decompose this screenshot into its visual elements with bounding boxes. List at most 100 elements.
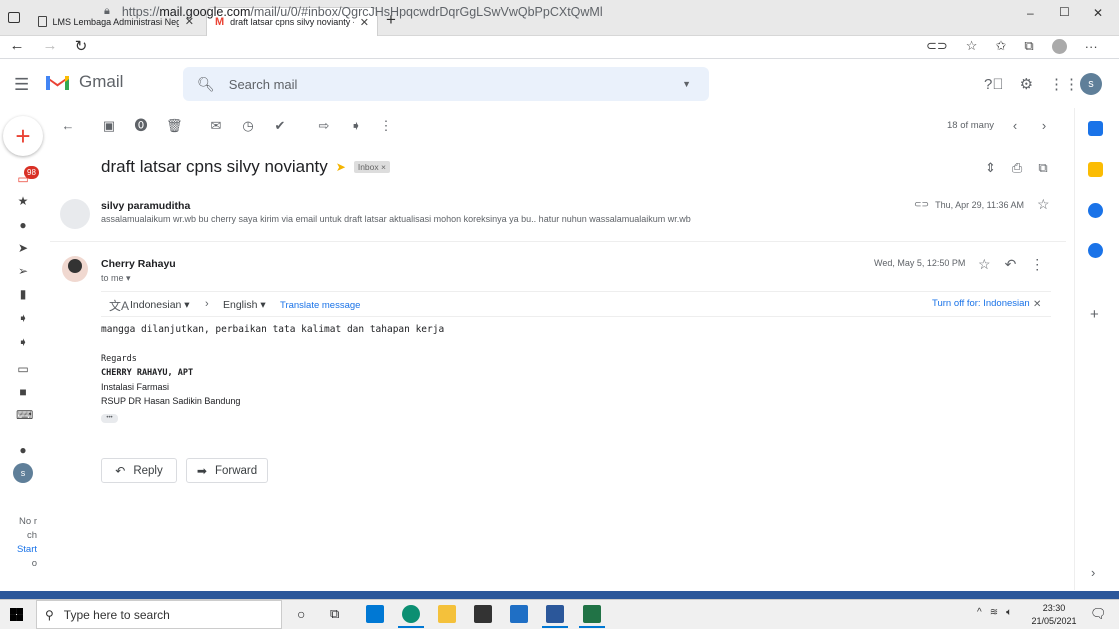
search-input[interactable]: Search mail bbox=[229, 77, 298, 92]
tasks-icon[interactable] bbox=[1088, 203, 1103, 218]
starred-icon[interactable]: ★ bbox=[16, 194, 30, 208]
gmail-logo[interactable]: Gmail bbox=[44, 72, 123, 92]
add-favorite-icon[interactable]: ☆ bbox=[966, 38, 978, 54]
store-icon[interactable] bbox=[474, 605, 492, 623]
label-chip-inbox[interactable]: Inbox × bbox=[353, 161, 390, 173]
meet-join-icon[interactable]: ■ bbox=[16, 385, 30, 399]
importance-marker-icon[interactable]: ➤ bbox=[336, 160, 346, 174]
hangouts-icon[interactable]: ● bbox=[16, 443, 30, 457]
sender-name: silvy paramuditha bbox=[101, 200, 191, 212]
reply-icon[interactable]: ↶ bbox=[1005, 256, 1017, 273]
delete-icon[interactable]: 🗑︎ bbox=[166, 119, 183, 133]
pagination-count: 18 of many bbox=[947, 120, 994, 131]
window-close-button[interactable]: ✕ bbox=[1093, 6, 1103, 20]
snoozed-icon[interactable]: ● bbox=[16, 218, 30, 232]
help-icon[interactable]: ?⃝ bbox=[984, 76, 1004, 93]
clock[interactable]: 23:30 21/05/2021 bbox=[1030, 602, 1078, 628]
forward-button[interactable]: ➡ Forward bbox=[186, 458, 268, 483]
recipient-line[interactable]: to me ▾ bbox=[101, 273, 131, 284]
search-icon[interactable]: 🔍︎ bbox=[197, 76, 215, 93]
add-to-tasks-icon[interactable]: ✔ bbox=[273, 119, 287, 133]
more-vert-icon[interactable]: ⋮ bbox=[379, 119, 393, 133]
target-language-select[interactable]: English ▾ bbox=[223, 299, 266, 311]
snooze-icon[interactable]: ◷ bbox=[241, 119, 255, 133]
windows-start-icon[interactable] bbox=[10, 608, 23, 621]
contacts-icon[interactable] bbox=[1088, 243, 1103, 258]
hangouts-line: o bbox=[31, 558, 37, 569]
show-trimmed-button[interactable]: ••• bbox=[101, 414, 118, 423]
more-vert-icon[interactable]: ⋮ bbox=[1030, 256, 1044, 273]
reply-label: Reply bbox=[133, 464, 163, 477]
turn-off-translate-link[interactable]: Turn off for: Indonesian bbox=[932, 298, 1030, 309]
favorites-icon[interactable]: ✩ bbox=[995, 38, 1006, 54]
excel-app-icon[interactable] bbox=[583, 605, 601, 623]
star-icon[interactable]: ☆ bbox=[978, 256, 991, 273]
important-icon[interactable]: ➤ bbox=[16, 241, 30, 255]
mark-unread-icon[interactable]: ✉ bbox=[209, 119, 223, 133]
maximize-button[interactable]: ☐ bbox=[1059, 5, 1070, 19]
more-icon[interactable]: ··· bbox=[1085, 39, 1098, 54]
settings-gear-icon[interactable]: ⚙ bbox=[1020, 75, 1033, 93]
newer-icon[interactable]: ‹ bbox=[1008, 119, 1022, 133]
compose-button[interactable]: + bbox=[3, 116, 43, 156]
forward-icon[interactable]: → bbox=[40, 37, 60, 54]
tray-chevron-icon[interactable]: ^ bbox=[977, 607, 982, 618]
meet-new-icon[interactable]: ▭ bbox=[16, 362, 30, 376]
drafts-icon[interactable]: ▮ bbox=[16, 287, 30, 301]
word-app-icon[interactable] bbox=[546, 605, 564, 623]
account-avatar[interactable]: s bbox=[1080, 73, 1102, 95]
labels-icon[interactable]: ➧ bbox=[349, 119, 363, 133]
report-spam-icon[interactable]: ⓿ bbox=[134, 119, 148, 133]
keep-icon[interactable] bbox=[1088, 162, 1103, 177]
wifi-icon[interactable]: ≋ bbox=[990, 607, 998, 618]
task-view-icon[interactable]: ⧉ bbox=[330, 606, 339, 622]
new-window-icon[interactable]: ⧉ bbox=[1038, 160, 1047, 176]
url-domain: mail.google.com bbox=[159, 4, 251, 19]
older-icon[interactable]: › bbox=[1037, 119, 1051, 133]
volume-icon[interactable]: 🔈︎ bbox=[1006, 607, 1012, 618]
taskbar-search-box[interactable]: ⚲ Type here to search bbox=[36, 600, 282, 629]
keyboard-icon[interactable]: ⌨ bbox=[16, 408, 33, 422]
hangouts-start-link[interactable]: Start bbox=[0, 543, 37, 557]
message-collapsed[interactable]: silvy paramuditha assalamualaikum wr.wb … bbox=[50, 190, 1066, 242]
edge-browser-icon[interactable] bbox=[402, 605, 420, 623]
expand-all-icon[interactable]: ⇕ bbox=[985, 160, 996, 176]
signature-line: Instalasi Farmasi bbox=[101, 382, 170, 392]
mail-app-icon[interactable] bbox=[366, 605, 384, 623]
source-language-select[interactable]: Indonesian ▾ bbox=[130, 299, 190, 311]
show-side-panel-icon[interactable]: › bbox=[1091, 565, 1095, 580]
search-options-icon[interactable]: ▼ bbox=[682, 79, 691, 89]
cortana-icon[interactable]: ○ bbox=[297, 606, 305, 622]
reading-view-icon[interactable]: ⊂⊃ bbox=[926, 38, 948, 54]
tab-actions-icon[interactable] bbox=[8, 12, 20, 23]
minimize-button[interactable]: – bbox=[1027, 6, 1034, 20]
translate-message-link[interactable]: Translate message bbox=[280, 300, 360, 311]
hangouts-avatar[interactable]: s bbox=[13, 463, 33, 483]
media-player-icon[interactable] bbox=[510, 605, 528, 623]
star-icon[interactable]: ☆ bbox=[1037, 196, 1050, 213]
close-icon[interactable]: ✕ bbox=[1033, 299, 1041, 310]
gmail-m-icon bbox=[46, 76, 69, 90]
back-icon[interactable]: ← bbox=[7, 37, 27, 54]
taskbar-search-input[interactable]: Type here to search bbox=[64, 608, 170, 622]
collections-icon[interactable]: ⧉ bbox=[1024, 38, 1033, 54]
search-bar[interactable]: 🔍︎ Search mail ▼ bbox=[183, 67, 709, 101]
profile-icon[interactable] bbox=[1051, 38, 1067, 54]
get-addons-icon[interactable]: + bbox=[1090, 306, 1099, 323]
reply-button[interactable]: ↶ Reply bbox=[101, 458, 177, 483]
label-icon[interactable]: ➧ bbox=[16, 311, 30, 325]
url-field[interactable]: 🔒︎ https://mail.google.com/mail/u/0/#inb… bbox=[104, 2, 974, 21]
reply-icon: ↶ bbox=[115, 463, 126, 478]
calendar-icon[interactable] bbox=[1088, 121, 1103, 136]
file-explorer-icon[interactable] bbox=[438, 605, 456, 623]
label-icon[interactable]: ➧ bbox=[16, 335, 30, 349]
archive-icon[interactable]: ▣ bbox=[102, 119, 116, 133]
back-to-inbox-icon[interactable]: ← bbox=[61, 119, 75, 133]
move-to-icon[interactable]: ⇨ bbox=[317, 119, 331, 133]
apps-grid-icon[interactable]: ⋮⋮ bbox=[1049, 75, 1079, 93]
main-menu-icon[interactable]: ☰ bbox=[14, 75, 29, 95]
print-icon[interactable]: ⎙ bbox=[1012, 160, 1022, 176]
notification-icon[interactable]: 🗨︎ bbox=[1090, 606, 1107, 622]
refresh-icon[interactable]: ↻ bbox=[71, 37, 91, 55]
sent-icon[interactable]: ➢ bbox=[16, 264, 30, 278]
